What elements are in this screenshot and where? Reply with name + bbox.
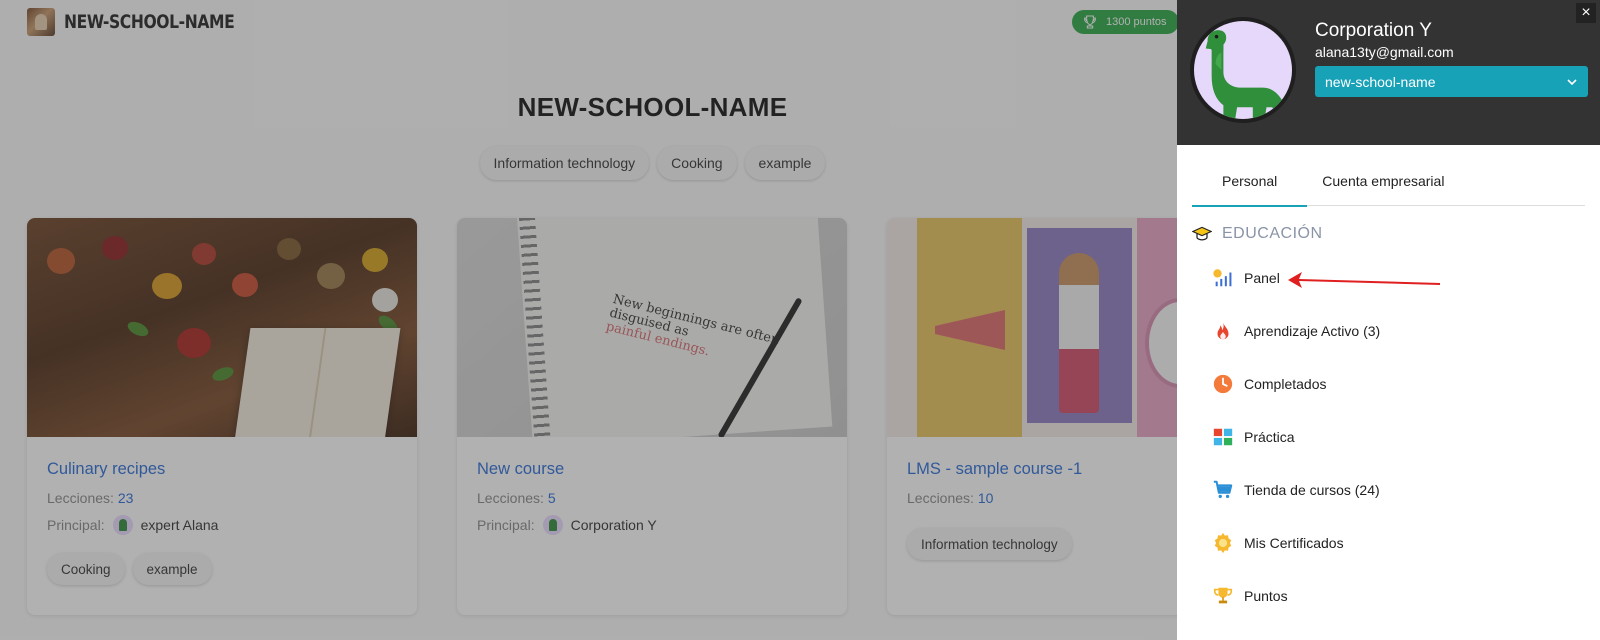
menu-item-completed[interactable]: Completados bbox=[1212, 364, 1582, 404]
user-name: Corporation Y bbox=[1315, 20, 1432, 41]
user-drawer: × Corporation Y alana13ty@gmail.com new-… bbox=[1177, 0, 1600, 640]
section-title: EDUCACIÓN bbox=[1222, 225, 1323, 242]
annotation-arrow-icon bbox=[1288, 272, 1440, 288]
menu-item-active-learning[interactable]: Aprendizaje Activo (3) bbox=[1212, 311, 1582, 351]
fire-icon bbox=[1217, 321, 1229, 340]
menu-item-practice[interactable]: Práctica bbox=[1212, 417, 1582, 457]
avatar[interactable] bbox=[1190, 17, 1296, 123]
dinosaur-icon bbox=[1205, 30, 1289, 119]
tab-personal[interactable]: Personal bbox=[1192, 155, 1308, 207]
menu-item-label: Completados bbox=[1244, 376, 1327, 392]
menu-item-label: Práctica bbox=[1244, 429, 1295, 445]
cart-icon bbox=[1213, 480, 1233, 499]
menu-item-label: Puntos bbox=[1244, 588, 1288, 604]
menu-item-label: Tienda de cursos (24) bbox=[1244, 482, 1380, 498]
user-email: alana13ty@gmail.com bbox=[1315, 44, 1454, 60]
account-tabs: Personal Cuenta empresarial bbox=[1192, 155, 1585, 207]
chevron-down-icon bbox=[1567, 78, 1577, 85]
section-education-heading: EDUCACIÓN bbox=[1192, 224, 1323, 244]
menu-item-label: Mis Certificados bbox=[1244, 535, 1344, 551]
chart-bars-icon bbox=[1213, 269, 1232, 287]
backdrop-overlay[interactable] bbox=[0, 0, 1177, 640]
school-select[interactable]: new-school-name bbox=[1315, 66, 1588, 97]
menu-item-certificates[interactable]: Mis Certificados bbox=[1212, 523, 1582, 563]
tab-business-account[interactable]: Cuenta empresarial bbox=[1307, 155, 1459, 206]
grid-icon bbox=[1213, 428, 1233, 446]
school-select-value: new-school-name bbox=[1325, 73, 1436, 90]
menu-item-label: Aprendizaje Activo (3) bbox=[1244, 323, 1381, 339]
drawer-header: × Corporation Y alana13ty@gmail.com new-… bbox=[1177, 0, 1600, 145]
menu-item-label: Panel bbox=[1244, 270, 1280, 286]
certificate-icon bbox=[1214, 532, 1232, 554]
graduation-cap-icon bbox=[1192, 226, 1212, 241]
close-button[interactable]: × bbox=[1576, 3, 1596, 23]
trophy-icon bbox=[1213, 587, 1233, 604]
clock-icon bbox=[1213, 374, 1233, 394]
menu-item-course-store[interactable]: Tienda de cursos (24) bbox=[1212, 470, 1582, 510]
menu-item-points[interactable]: Puntos bbox=[1212, 576, 1582, 616]
